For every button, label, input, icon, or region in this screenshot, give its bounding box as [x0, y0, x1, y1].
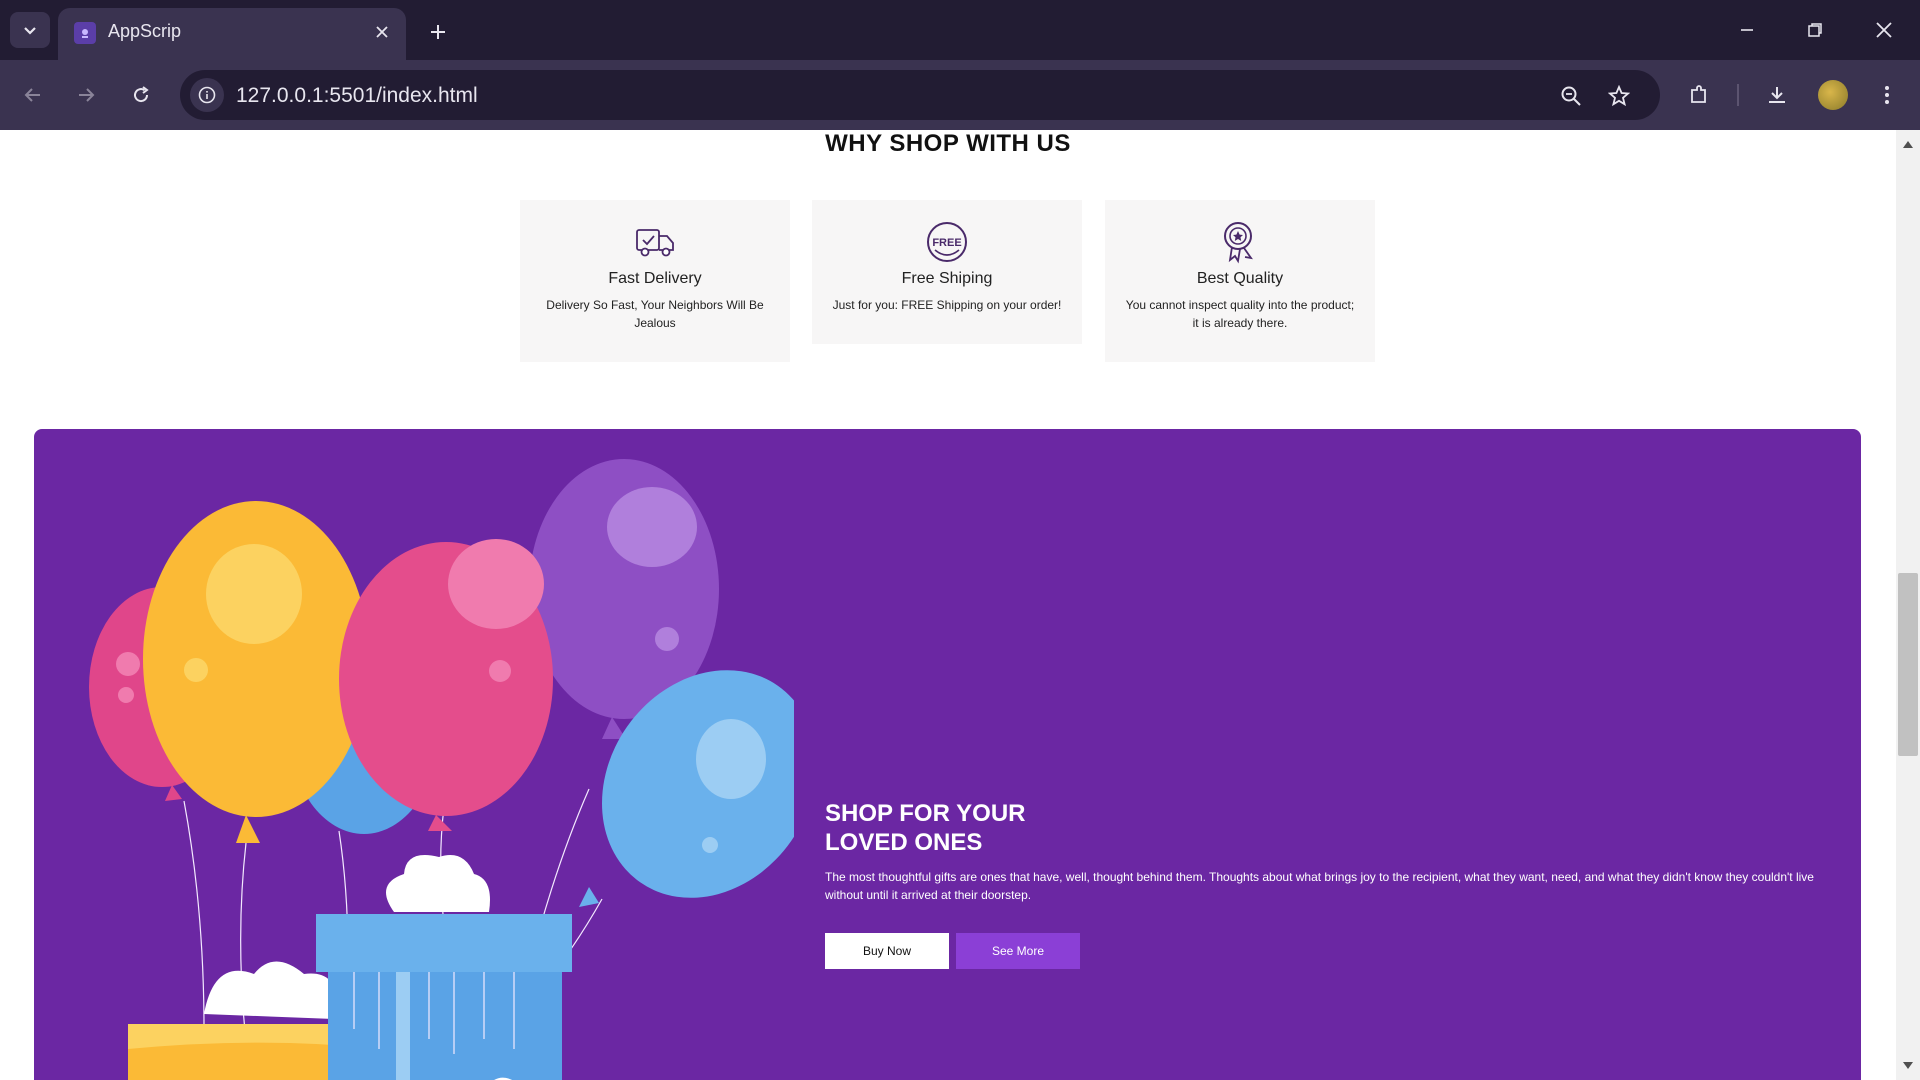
- feature-card-free-shipping: FREE Free Shiping Just for you: FREE Shi…: [812, 200, 1082, 344]
- free-icon-text: FREE: [932, 237, 961, 249]
- browser-tab-bar: AppScrip: [0, 0, 1920, 60]
- scroll-up-icon[interactable]: [1900, 136, 1916, 152]
- see-more-button[interactable]: See More: [956, 933, 1080, 969]
- browser-tab[interactable]: AppScrip: [58, 8, 406, 60]
- feature-card-best-quality: Best Quality You cannot inspect quality …: [1105, 200, 1375, 362]
- url-text: 127.0.0.1:5501/index.html: [236, 84, 478, 107]
- feature-desc: You cannot inspect quality into the prod…: [1125, 298, 1355, 330]
- info-icon[interactable]: [190, 78, 224, 112]
- zoom-icon[interactable]: [1553, 78, 1589, 114]
- download-icon[interactable]: [1756, 74, 1798, 116]
- back-icon[interactable]: [12, 74, 54, 116]
- browser-toolbar: 127.0.0.1:5501/index.html: [0, 60, 1920, 130]
- delivery-truck-icon: [633, 220, 677, 264]
- window-close-icon[interactable]: [1862, 8, 1906, 52]
- profile-avatar[interactable]: [1818, 80, 1848, 110]
- forward-icon[interactable]: [65, 74, 107, 116]
- minimize-icon[interactable]: [1725, 8, 1769, 52]
- scroll-down-icon[interactable]: [1900, 1058, 1916, 1074]
- tab-title: AppScrip: [108, 21, 182, 41]
- page-viewport: WHY SHOP WITH US Fast Delivery Delivery …: [0, 130, 1896, 1080]
- close-icon[interactable]: [370, 20, 394, 44]
- feature-title: Fast Delivery: [608, 270, 702, 287]
- feature-title: Best Quality: [1196, 270, 1284, 287]
- address-bar[interactable]: 127.0.0.1:5501/index.html: [180, 70, 1660, 120]
- toolbar-separator: [1737, 84, 1739, 106]
- tab-list-icon[interactable]: [10, 12, 50, 48]
- feature-desc: Delivery So Fast, Your Neighbors Will Be…: [546, 298, 764, 330]
- buy-now-button[interactable]: Buy Now: [825, 933, 949, 969]
- favicon-icon: [74, 22, 96, 44]
- banner-desc: The most thoughtful gifts are ones that …: [825, 870, 1814, 902]
- star-icon[interactable]: [1601, 78, 1637, 114]
- promo-banner: SHOP FOR YOUR LOVED ONES The most though…: [34, 429, 1861, 1080]
- scrollbar-thumb[interactable]: [1898, 573, 1918, 756]
- banner-title: SHOP FOR YOUR LOVED ONES: [825, 800, 1026, 856]
- balloons-illustration: [89, 459, 794, 1080]
- free-shipping-icon: FREE: [925, 220, 969, 264]
- feature-title: Free Shiping: [901, 270, 993, 287]
- plus-icon[interactable]: [420, 14, 456, 50]
- quality-badge-icon: [1218, 220, 1262, 264]
- menu-icon[interactable]: [1866, 74, 1908, 116]
- feature-card-fast-delivery: Fast Delivery Delivery So Fast, Your Nei…: [520, 200, 790, 362]
- feature-desc: Just for you: FREE Shipping on your orde…: [832, 298, 1062, 312]
- section-title: WHY SHOP WITH US: [825, 130, 1071, 157]
- restore-icon[interactable]: [1793, 8, 1837, 52]
- extensions-icon[interactable]: [1678, 74, 1720, 116]
- reload-icon[interactable]: [120, 74, 162, 116]
